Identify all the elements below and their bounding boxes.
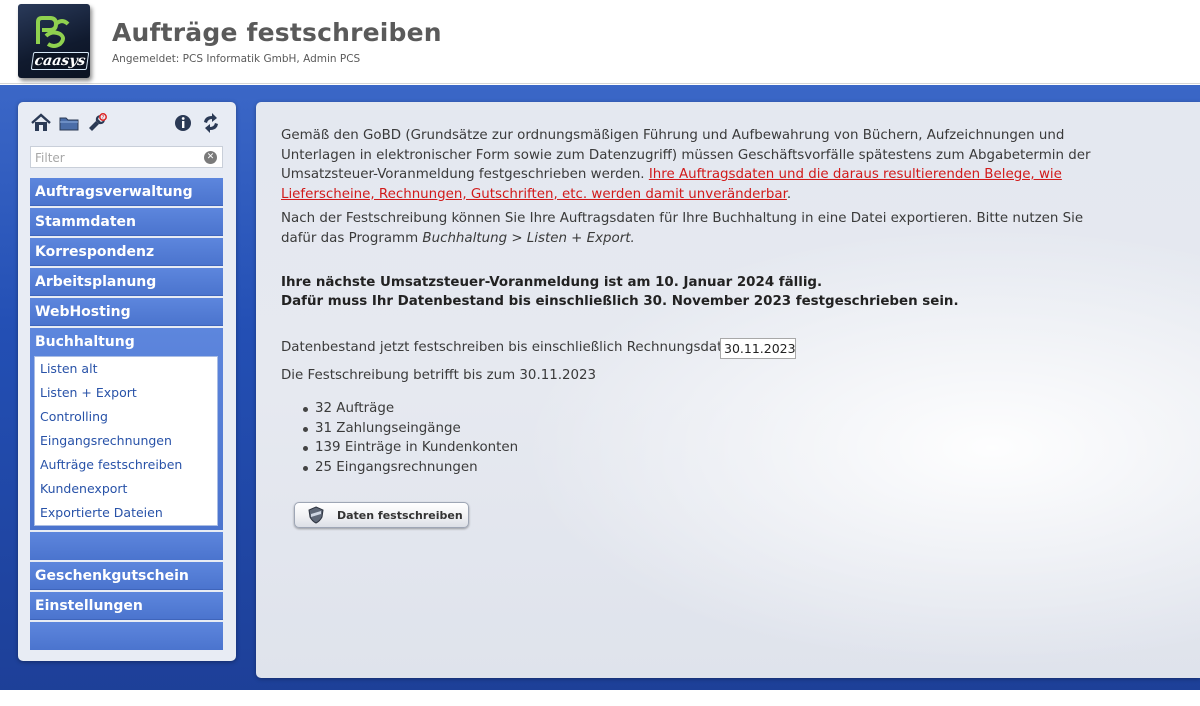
filter-box: ✕ [30, 146, 223, 168]
logo-wordmark: caasys [30, 52, 90, 70]
info-icon[interactable] [172, 112, 194, 134]
affects-text: Die Festschreibung betrifft bis zum 30.1… [281, 368, 597, 383]
sidebar-item-arbeitsplanung[interactable]: Arbeitsplanung [30, 268, 223, 296]
daten-festschreiben-button[interactable]: Daten festschreiben [294, 502, 469, 528]
stats-list: 32 Aufträge 31 Zahlungseingänge 139 Eint… [301, 399, 518, 477]
clear-filter-icon[interactable]: ✕ [204, 151, 217, 164]
sidebar-item-auftragsverwaltung[interactable]: Auftragsverwaltung [30, 178, 223, 206]
lock-date-input[interactable] [720, 338, 796, 359]
lock-until-date: Dafür muss Ihr Datenbestand bis einschli… [281, 294, 959, 309]
export-text: Nach der Festschreibung können Sie Ihre … [281, 211, 1084, 246]
sidebar-item-webhosting[interactable]: WebHosting [30, 298, 223, 326]
submenu-item-controlling[interactable]: Controlling [40, 406, 215, 428]
sidebar-group-buchhaltung: Buchhaltung Listen alt Listen + Export C… [30, 328, 223, 530]
date-label: Datenbestand jetzt festschreiben bis ein… [281, 340, 744, 355]
sidebar-toolbar: ? [30, 112, 226, 138]
bottom-strip [0, 690, 1200, 706]
pcs-logo-icon [36, 16, 70, 48]
list-item: 31 Zahlungseingänge [301, 419, 518, 439]
list-item: 32 Aufträge [301, 399, 518, 419]
sidebar-item-buchhaltung[interactable]: Buchhaltung [35, 334, 135, 350]
sidebar-item-empty[interactable] [30, 532, 223, 560]
submenu-item-exportierte-dateien[interactable]: Exportierte Dateien [40, 502, 215, 524]
submenu-item-eingangsrechnungen[interactable]: Eingangsrechnungen [40, 430, 215, 452]
sidebar: ? ✕ Auftragsverwaltung Stammdaten Korres… [18, 102, 236, 661]
next-vat-date: Ihre nächste Umsatzsteuer-Voranmeldung i… [281, 275, 823, 290]
caasys-logo[interactable]: caasys [18, 4, 90, 78]
submenu-item-listen-export[interactable]: Listen + Export [40, 382, 215, 404]
intro-end: . [786, 186, 792, 202]
folder-icon[interactable] [58, 112, 80, 134]
export-path: Buchhaltung > Listen + Export. [422, 230, 635, 246]
sidebar-item-korrespondenz[interactable]: Korrespondenz [30, 238, 223, 266]
filter-input[interactable] [31, 148, 191, 168]
sidebar-item-geschenkgutschein[interactable]: Geschenkgutschein V4.0 [30, 562, 223, 612]
app-header: caasys Aufträge festschreiben Angemeldet… [0, 0, 1200, 84]
sidebar-item-empty[interactable] [30, 622, 223, 650]
gobd-info-text: Gemäß den GoBD (Grundsätze zur ordnungsm… [281, 126, 1121, 204]
submenu-item-kundenexport[interactable]: Kundenexport [40, 478, 215, 500]
list-item: 139 Einträge in Kundenkonten [301, 438, 518, 458]
login-info: Angemeldet: PCS Informatik GmbH, Admin P… [112, 53, 361, 65]
button-label: Daten festschreiben [337, 509, 463, 522]
sidebar-item-stammdaten[interactable]: Stammdaten [30, 208, 223, 236]
submenu-item-auftraege-festschreiben[interactable]: Aufträge festschreiben [40, 454, 215, 476]
page-title: Aufträge festschreiben [112, 18, 442, 47]
buchhaltung-submenu: Listen alt Listen + Export Controlling E… [34, 356, 218, 526]
sidebar-item-einstellungen[interactable]: Einstellungen [30, 592, 223, 620]
svg-text:?: ? [102, 115, 105, 121]
export-info-text: Nach der Festschreibung können Sie Ihre … [281, 209, 1121, 248]
main-content: Gemäß den GoBD (Grundsätze zur ordnungsm… [256, 102, 1200, 678]
tools-icon[interactable]: ? [86, 112, 108, 134]
submenu-item-listen-alt[interactable]: Listen alt [40, 358, 215, 380]
shield-icon [308, 506, 324, 524]
list-item: 25 Eingangsrechnungen [301, 458, 518, 478]
home-icon[interactable] [30, 112, 52, 134]
refresh-icon[interactable] [200, 112, 222, 134]
